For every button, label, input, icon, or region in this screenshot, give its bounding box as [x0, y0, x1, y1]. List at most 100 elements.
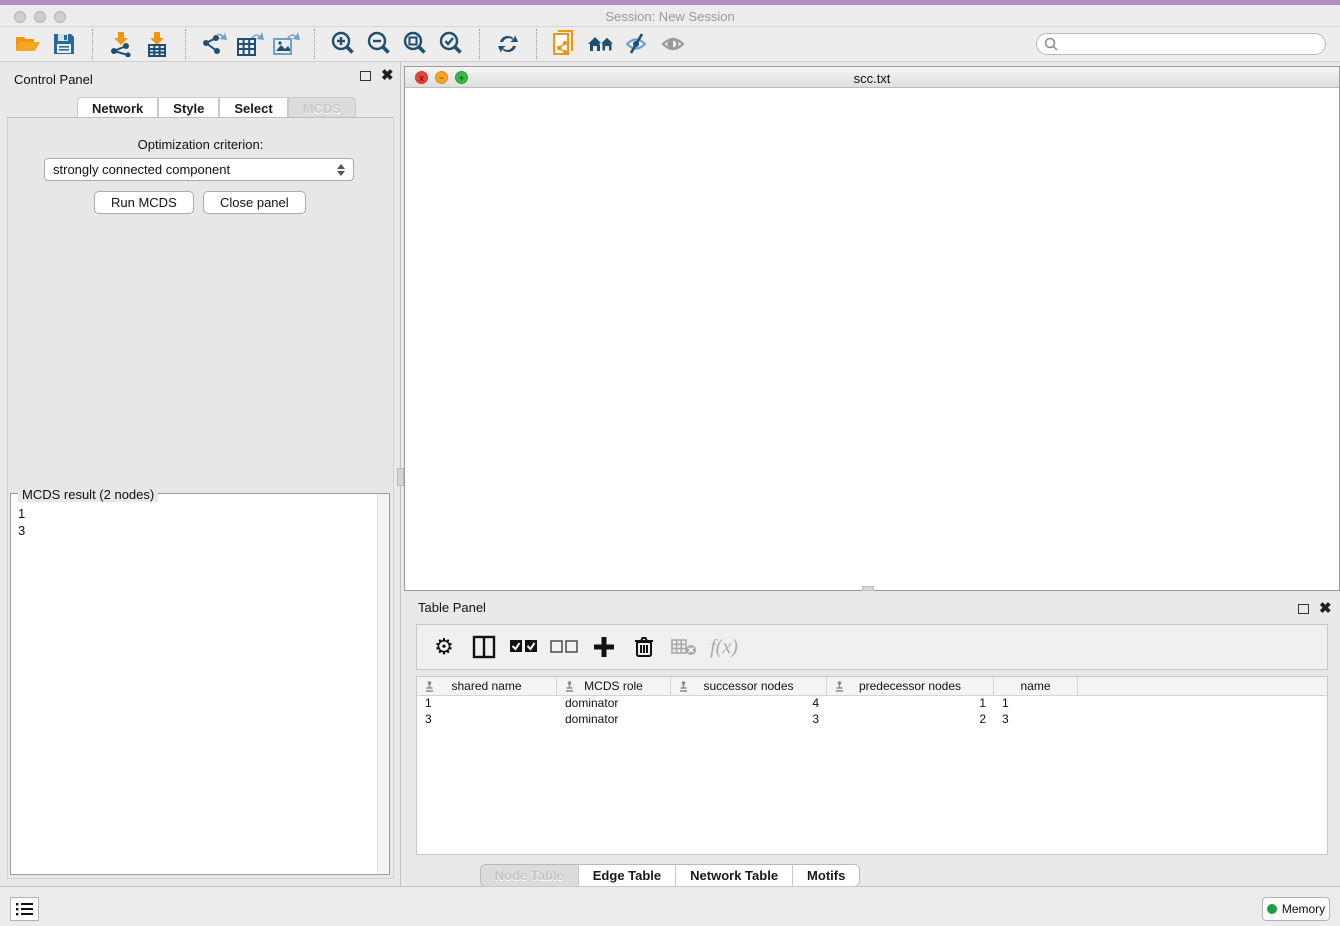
zoom-selected-icon [438, 31, 464, 57]
table-row[interactable]: 1 dominator 4 1 1 [417, 696, 1327, 712]
run-mcds-button[interactable]: Run MCDS [94, 191, 194, 214]
column-header-mcds-role[interactable]: MCDS role [557, 677, 671, 695]
add-row-button[interactable] [587, 630, 621, 664]
table-settings-button[interactable]: ⚙ [427, 630, 461, 664]
tab-node-table[interactable]: Node Table [481, 865, 579, 886]
refresh-button[interactable] [490, 30, 526, 58]
column-type-icon [564, 681, 575, 692]
tab-network-table[interactable]: Network Table [676, 865, 793, 886]
export-network-button[interactable] [196, 30, 232, 58]
zoom-in-icon [330, 31, 356, 57]
split-pane-grip[interactable] [397, 468, 404, 486]
import-table-icon [144, 31, 170, 57]
column-type-icon [834, 681, 845, 692]
table-panel-tabs: Node Table Edge Table Network Table Moti… [0, 864, 1340, 887]
table-panel-window-controls: ✖ [1298, 604, 1332, 614]
plus-icon [593, 636, 615, 658]
zoom-in-button[interactable] [325, 30, 361, 58]
show-columns-button[interactable] [467, 630, 501, 664]
control-panel-tabs: Network Style Select MCDS [77, 97, 356, 118]
save-session-button[interactable] [46, 30, 82, 58]
tab-mcds[interactable]: MCDS [288, 97, 356, 118]
new-network-from-selection-button[interactable] [547, 30, 583, 58]
search-input[interactable] [1058, 37, 1308, 51]
delete-row-button[interactable] [627, 630, 661, 664]
result-scrollbar[interactable] [377, 494, 389, 874]
zoom-selected-button[interactable] [433, 30, 469, 58]
trash-icon [634, 636, 654, 658]
gear-icon: ⚙ [434, 635, 454, 660]
mcds-result-line: 3 [18, 522, 25, 539]
mcds-result-line: 1 [18, 505, 25, 522]
network-window-title: scc.txt [405, 71, 1339, 86]
toolbar-search-field[interactable] [1036, 33, 1326, 55]
node-table: shared name MCDS role successor nodes pr… [416, 676, 1328, 855]
tab-network[interactable]: Network [77, 97, 158, 118]
export-network-icon [200, 31, 228, 57]
tab-edge-table[interactable]: Edge Table [579, 865, 676, 886]
optimization-criterion-label: Optimization criterion: [0, 137, 401, 152]
first-neighbors-button[interactable] [583, 30, 619, 58]
export-image-button[interactable] [268, 30, 304, 58]
close-panel-button[interactable]: Close panel [203, 191, 306, 214]
dropdown-stepper-icon [337, 164, 345, 176]
column-header-shared-name[interactable]: shared name [417, 677, 557, 695]
export-image-icon [272, 31, 300, 57]
deselect-all-button[interactable] [547, 630, 581, 664]
search-icon [1044, 37, 1058, 51]
dropdown-selected-value: strongly connected component [53, 162, 230, 177]
network-resize-grip[interactable] [862, 586, 874, 591]
hide-selected-button[interactable] [619, 30, 655, 58]
open-session-button[interactable] [10, 30, 46, 58]
tab-motifs[interactable]: Motifs [793, 865, 859, 886]
memory-button[interactable]: Memory [1262, 897, 1330, 921]
select-all-button[interactable] [507, 630, 541, 664]
column-header-successor-nodes[interactable]: successor nodes [671, 677, 827, 695]
table-row[interactable]: 3 dominator 3 2 3 [417, 712, 1327, 728]
save-floppy-icon [53, 33, 75, 55]
network-canvas-svg[interactable] [405, 88, 1339, 590]
new-network-from-selection-icon [552, 30, 578, 58]
columns-icon [472, 635, 496, 659]
zoom-out-button[interactable] [361, 30, 397, 58]
import-network-button[interactable] [103, 30, 139, 58]
column-type-icon [678, 681, 689, 692]
optimization-criterion-dropdown[interactable]: strongly connected component [44, 158, 354, 181]
delete-table-icon [671, 638, 697, 656]
column-header-predecessor-nodes[interactable]: predecessor nodes [827, 677, 994, 695]
zoom-fit-icon [402, 31, 428, 57]
task-history-button[interactable] [10, 897, 39, 921]
table-toolbar: ⚙ f(x) [416, 624, 1328, 670]
control-panel-window-controls: ✖ [360, 71, 394, 81]
export-table-icon [236, 31, 264, 57]
export-table-button[interactable] [232, 30, 268, 58]
memory-label: Memory [1282, 902, 1325, 916]
unchecked-boxes-icon [550, 640, 578, 654]
zoom-fit-button[interactable] [397, 30, 433, 58]
application-window: Session: New Session [0, 0, 1340, 926]
delete-table-button[interactable] [667, 630, 701, 664]
import-table-button[interactable] [139, 30, 175, 58]
list-icon [16, 902, 34, 916]
fx-icon: f(x) [710, 636, 738, 659]
close-table-panel-icon[interactable]: ✖ [1319, 604, 1332, 614]
checked-boxes-icon [510, 640, 538, 654]
memory-status-icon [1267, 904, 1277, 914]
zoom-out-icon [366, 31, 392, 57]
network-close-icon[interactable]: x [415, 71, 428, 84]
column-header-name[interactable]: name [994, 677, 1078, 695]
float-table-panel-icon[interactable] [1298, 604, 1309, 614]
control-panel-title: Control Panel [14, 72, 93, 87]
close-panel-icon[interactable]: ✖ [381, 71, 394, 81]
table-panel-title: Table Panel [418, 600, 486, 615]
import-network-icon [108, 31, 134, 57]
window-title: Session: New Session [0, 9, 1340, 24]
tab-select[interactable]: Select [219, 97, 287, 118]
show-all-button[interactable] [655, 30, 691, 58]
network-maximize-icon[interactable]: + [455, 71, 468, 84]
tab-style[interactable]: Style [158, 97, 219, 118]
main-toolbar [0, 27, 1340, 62]
function-builder-button[interactable]: f(x) [707, 630, 741, 664]
float-panel-icon[interactable] [360, 71, 371, 81]
network-minimize-icon[interactable]: − [435, 71, 448, 84]
